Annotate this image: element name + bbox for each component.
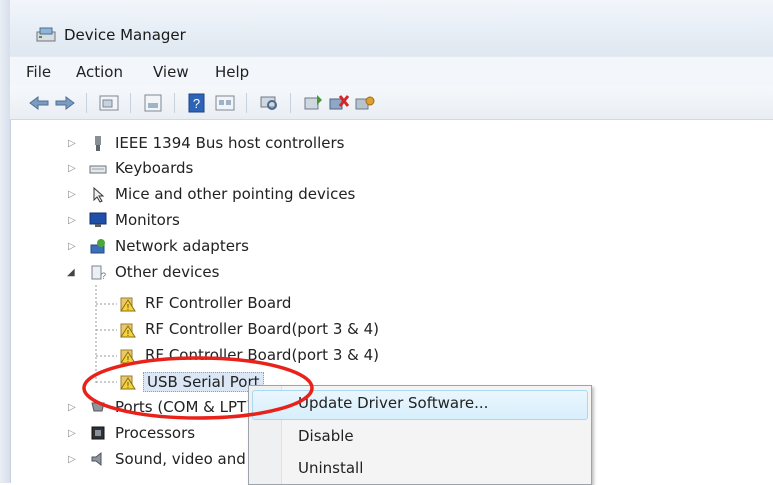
- menu-bar: File Action View Help: [10, 56, 773, 87]
- tree-label: RF Controller Board(port 3 & 4): [145, 320, 379, 338]
- expand-arrow-icon[interactable]: ▷: [68, 241, 76, 252]
- tree-device-rf-controller-board-port34[interactable]: ! RF Controller Board(port 3 & 4): [11, 318, 431, 343]
- toolbar: ?: [10, 86, 773, 120]
- properties-icon[interactable]: [142, 93, 164, 113]
- toolbar-separator: [246, 93, 247, 113]
- tree-category-ieee1394[interactable]: ▷ IEEE 1394 Bus host controllers: [11, 132, 411, 157]
- annotation-ellipse: [82, 356, 314, 420]
- toolbar-separator: [130, 93, 131, 113]
- menu-item-label: Disable: [298, 427, 354, 445]
- svg-text:?: ?: [193, 96, 200, 111]
- tree-label: Mice and other pointing devices: [115, 185, 356, 203]
- tree-label: Keyboards: [115, 159, 194, 177]
- expand-arrow-icon[interactable]: ▷: [68, 402, 76, 413]
- tree-label: Other devices: [115, 263, 220, 281]
- menu-file[interactable]: File: [26, 63, 51, 81]
- menu-help[interactable]: Help: [215, 63, 249, 81]
- uninstall-icon[interactable]: [328, 93, 350, 113]
- warning-device-icon: !: [120, 323, 136, 338]
- sound-icon: [91, 451, 102, 467]
- tree-category-other-devices[interactable]: ◢ ? Other devices: [11, 261, 411, 286]
- svg-text:?: ?: [101, 271, 106, 281]
- other-devices-icon: ?: [91, 265, 106, 281]
- menu-item-label: Update Driver Software...: [298, 394, 489, 412]
- title-bar[interactable]: Device Manager: [10, 0, 773, 56]
- collapse-arrow-icon[interactable]: ◢: [67, 267, 75, 278]
- menu-view[interactable]: View: [153, 63, 189, 81]
- tree-category-mice[interactable]: ▷ Mice and other pointing devices: [11, 183, 411, 208]
- back-arrow-icon[interactable]: [28, 93, 50, 113]
- disable-icon[interactable]: [354, 93, 376, 113]
- show-hide-tree-icon[interactable]: [98, 93, 120, 113]
- expand-arrow-icon[interactable]: ▷: [68, 163, 76, 174]
- menu-item-label: Uninstall: [298, 459, 364, 477]
- menu-item-uninstall[interactable]: Uninstall: [249, 454, 591, 484]
- tree-label: RF Controller Board: [145, 294, 292, 312]
- tree-category-monitors[interactable]: ▷ Monitors: [11, 209, 411, 234]
- view-icon[interactable]: [214, 93, 236, 113]
- svg-text:!: !: [127, 303, 129, 312]
- expand-arrow-icon[interactable]: ▷: [68, 454, 76, 465]
- device-manager-icon: [36, 27, 56, 42]
- tree-label: Monitors: [115, 211, 180, 229]
- update-driver-icon[interactable]: [302, 93, 324, 113]
- network-adapter-icon: [90, 239, 105, 254]
- menu-action[interactable]: Action: [76, 63, 123, 81]
- expand-arrow-icon[interactable]: ▷: [68, 428, 76, 439]
- tree-label: Network adapters: [115, 237, 249, 255]
- expand-arrow-icon[interactable]: ▷: [68, 215, 76, 226]
- forward-arrow-icon[interactable]: [54, 93, 76, 113]
- toolbar-separator: [174, 93, 175, 113]
- toolbar-separator: [290, 93, 291, 113]
- toolbar-separator: [86, 93, 87, 113]
- scan-hardware-icon[interactable]: [258, 93, 280, 113]
- keyboard-icon: [89, 165, 107, 174]
- svg-text:!: !: [127, 329, 129, 338]
- window-title: Device Manager: [64, 26, 186, 44]
- help-icon[interactable]: ?: [186, 93, 208, 113]
- tree-label: IEEE 1394 Bus host controllers: [115, 134, 345, 152]
- ieee1394-icon: [95, 136, 101, 151]
- tree-device-rf-controller-board[interactable]: ! RF Controller Board: [11, 292, 431, 317]
- monitor-icon: [89, 212, 107, 227]
- warning-device-icon: !: [120, 297, 136, 312]
- mouse-icon: [93, 186, 105, 203]
- expand-arrow-icon[interactable]: ▷: [68, 189, 76, 200]
- tree-category-network[interactable]: ▷ Network adapters: [11, 235, 411, 260]
- device-manager-window: Device Manager File Action View Help ? ▷…: [0, 0, 773, 485]
- expand-arrow-icon[interactable]: ▷: [68, 138, 76, 149]
- tree-category-keyboards[interactable]: ▷ Keyboards: [11, 157, 411, 182]
